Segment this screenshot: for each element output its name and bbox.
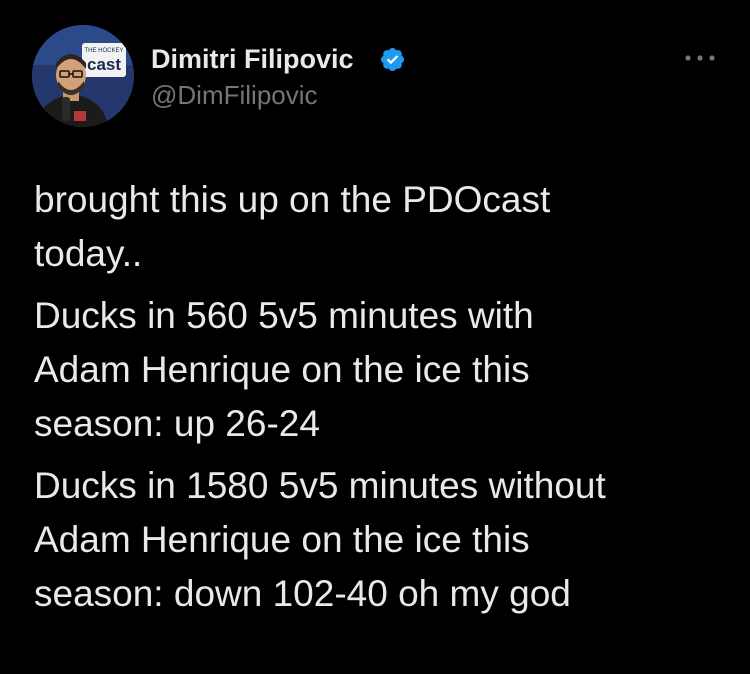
verified-badge-icon <box>380 47 405 72</box>
avatar[interactable]: THE HOCKEY cast <box>32 25 134 127</box>
avatar-badge-top: THE HOCKEY <box>84 48 123 54</box>
tweet-paragraph: Ducks in 560 5v5 minutes with Adam Henri… <box>34 295 534 444</box>
tweet-paragraph: brought this up on the PDOcast today.. <box>34 179 551 274</box>
tweet: THE HOCKEY cast Dimitri Filipovic @DimFi… <box>0 0 750 674</box>
more-options-icon[interactable] <box>683 52 717 64</box>
author-handle[interactable]: @DimFilipovic <box>151 79 318 111</box>
tweet-text: brought this up on the PDOcast today.. D… <box>34 173 724 629</box>
avatar-badge-main: cast <box>87 55 121 74</box>
avatar-image: THE HOCKEY cast <box>32 25 134 127</box>
tweet-paragraph: Ducks in 1580 5v5 minutes without Adam H… <box>34 465 606 614</box>
author-name[interactable]: Dimitri Filipovic <box>151 43 354 75</box>
